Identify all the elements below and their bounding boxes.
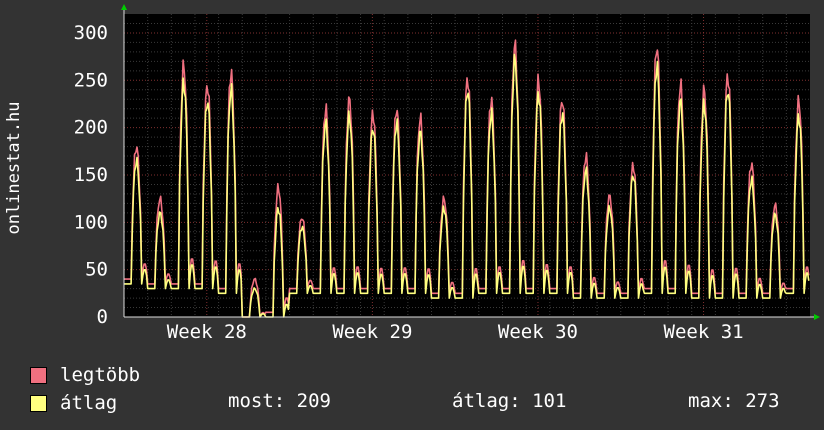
y-tick-label: 150	[74, 164, 108, 186]
legend: legtöbb átlag	[30, 361, 140, 417]
x-axis-arrow-icon	[814, 314, 820, 320]
stat-most: most: 209	[228, 390, 331, 412]
y-tick-label: 300	[74, 22, 108, 44]
y-axis-label: onlinestat.hu	[4, 101, 24, 235]
y-tick-label: 200	[74, 117, 108, 139]
y-tick-label: 250	[74, 69, 108, 91]
y-axis-arrow-icon	[121, 4, 127, 10]
stat-max: max: 273	[688, 390, 780, 412]
stat-atlag: átlag: 101	[452, 390, 567, 412]
legend-label: átlag	[60, 392, 118, 414]
atlag-swatch	[30, 394, 47, 412]
legend-item-legtobb: legtöbb	[30, 361, 140, 389]
x-tick-label: Week 30	[498, 321, 578, 343]
x-tick-label: Week 29	[332, 321, 412, 343]
y-tick-labels: 0 50 100 150 200 250 300	[74, 22, 108, 328]
legend-item-atlag: átlag	[30, 389, 140, 417]
x-tick-label: Week 28	[167, 321, 247, 343]
legtobb-swatch	[30, 366, 47, 384]
y-tick-label: 0	[97, 306, 108, 328]
y-tick-label: 100	[74, 211, 108, 233]
x-tick-label: Week 31	[664, 321, 744, 343]
x-tick-labels: Week 28 Week 29 Week 30 Week 31	[167, 321, 744, 343]
legend-label: legtöbb	[60, 364, 141, 386]
y-tick-label: 50	[85, 259, 108, 281]
